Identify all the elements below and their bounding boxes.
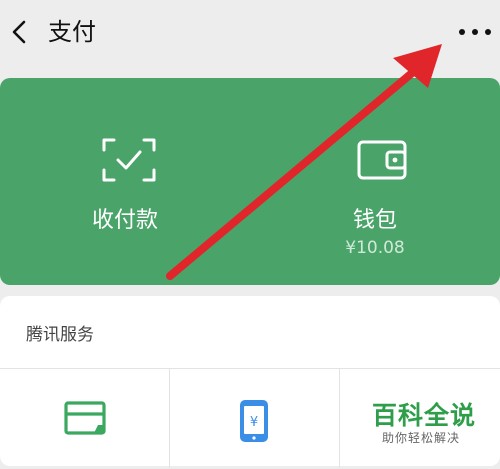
wallet-button[interactable]: 钱包 ¥10.08 [250, 78, 500, 285]
more-dots-icon[interactable] [456, 22, 494, 42]
section-title: 腾讯服务 [26, 325, 94, 345]
page-title: 支付 [48, 18, 96, 46]
wallet-balance: ¥10.08 [345, 238, 405, 258]
svg-text:¥: ¥ [250, 415, 258, 430]
watermark-title: 百科全说 [372, 401, 477, 430]
watermark-subtitle: 助你轻松解决 [382, 431, 461, 445]
wallet-icon [357, 140, 407, 180]
receive-pay-label: 收付款 [91, 208, 158, 233]
service-item-card[interactable] [0, 369, 168, 469]
service-item-mobile-recharge[interactable]: ¥ [170, 369, 338, 469]
receive-pay-button[interactable]: 收付款 [0, 78, 250, 285]
scan-frame-icon [102, 138, 156, 182]
wallet-label: 钱包 [352, 208, 397, 233]
top-nav-bar: 支付 [0, 0, 500, 64]
card-icon [64, 401, 106, 435]
payment-card: 收付款 钱包 ¥10.08 [0, 78, 500, 285]
back-chevron-icon[interactable] [8, 18, 28, 46]
phone-yuan-icon: ¥ [240, 400, 268, 442]
